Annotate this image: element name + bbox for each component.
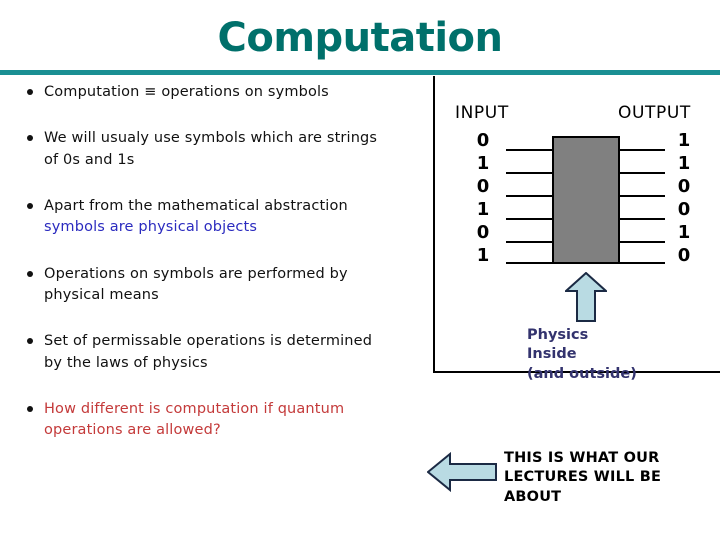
list-item: Set of permissable operations is determi…: [18, 331, 418, 374]
output-wire: [620, 172, 665, 174]
list-item: Computation ≡ operations on symbols: [18, 82, 418, 103]
bullet-dot-icon: [27, 135, 33, 142]
bullet-dot-icon: [27, 270, 33, 277]
input-bit: 1: [476, 153, 490, 174]
lectures-note-line-1: THIS IS WHAT OUR: [504, 450, 660, 466]
lectures-note-line-2: LECTURES WILL BE: [504, 469, 662, 486]
output-bit: 1: [677, 153, 691, 174]
panel-vertical-rule: [433, 76, 435, 373]
bullet-dot-icon: [27, 202, 33, 209]
list-item-line-1: Set of permissable operations is determi…: [44, 333, 373, 350]
bullet-dot-icon: [27, 338, 33, 345]
physics-note-line-2: Inside: [527, 346, 577, 363]
input-wire: [506, 218, 553, 220]
list-item-line-2: of 0s and 1s: [44, 151, 135, 168]
physics-note-line-1: Physics: [527, 327, 589, 343]
input-bit: 1: [476, 245, 490, 266]
left-arrow-icon: [427, 452, 497, 492]
output-wire: [620, 262, 665, 264]
output-wire: [620, 149, 665, 151]
list-item: Operations on symbols are performed by p…: [18, 264, 418, 307]
input-label: INPUT: [455, 103, 509, 123]
bullet-dot-icon: [27, 89, 33, 95]
list-item-line-2: by the laws of physics: [44, 354, 208, 371]
output-wire: [620, 218, 665, 220]
input-bit: 0: [476, 176, 490, 197]
bullet-list: Computation ≡ operations on symbols We w…: [18, 82, 418, 466]
output-bit: 1: [677, 130, 691, 151]
list-item-line-2: physical means: [44, 286, 159, 303]
list-item: How different is computation if quantum …: [18, 399, 418, 442]
list-item-line-1: Operations on symbols are performed by: [44, 265, 348, 282]
processor-box: [552, 136, 620, 264]
physics-note-line-3: (and outside): [527, 365, 637, 382]
output-label: OUTPUT: [618, 103, 691, 123]
list-item-line-1: We will usualy use symbols which are str…: [44, 130, 378, 147]
output-wire: [620, 195, 665, 197]
list-item: We will usualy use symbols which are str…: [18, 128, 418, 171]
input-bit: 1: [476, 199, 490, 220]
input-wire: [506, 262, 553, 264]
input-wire: [506, 172, 553, 174]
list-item-line-1: Computation ≡ operations on symbols: [44, 84, 329, 100]
input-bit: 0: [476, 130, 490, 151]
output-bit: 0: [677, 199, 691, 220]
input-wire: [506, 149, 553, 151]
slide-canvas: Computation Computation ≡ operations on …: [0, 0, 720, 540]
up-arrow-icon: [565, 272, 607, 322]
bullet-dot-icon: [27, 405, 33, 412]
output-bit: 1: [677, 222, 691, 243]
input-wire: [506, 195, 553, 197]
output-bit: 0: [677, 245, 691, 266]
list-item-line-2: operations are allowed?: [44, 422, 221, 439]
list-item-line-2: symbols are physical objects: [44, 219, 258, 236]
output-bit: 0: [677, 176, 691, 197]
lectures-note-line-3: ABOUT: [504, 488, 562, 505]
list-item-line-1: How different is computation if quantum: [44, 400, 345, 417]
list-item-line-1: Apart from the mathematical abstraction: [44, 197, 348, 214]
title-divider: [0, 70, 720, 75]
page-title: Computation: [217, 15, 503, 61]
list-item: Apart from the mathematical abstraction …: [18, 196, 418, 239]
output-wire: [620, 241, 665, 243]
input-bit: 0: [476, 222, 490, 243]
physics-inside-note: Physics Inside (and outside): [527, 326, 637, 384]
lectures-about-note: THIS IS WHAT OUR LECTURES WILL BE ABOUT: [504, 449, 714, 507]
input-wire: [506, 241, 553, 243]
